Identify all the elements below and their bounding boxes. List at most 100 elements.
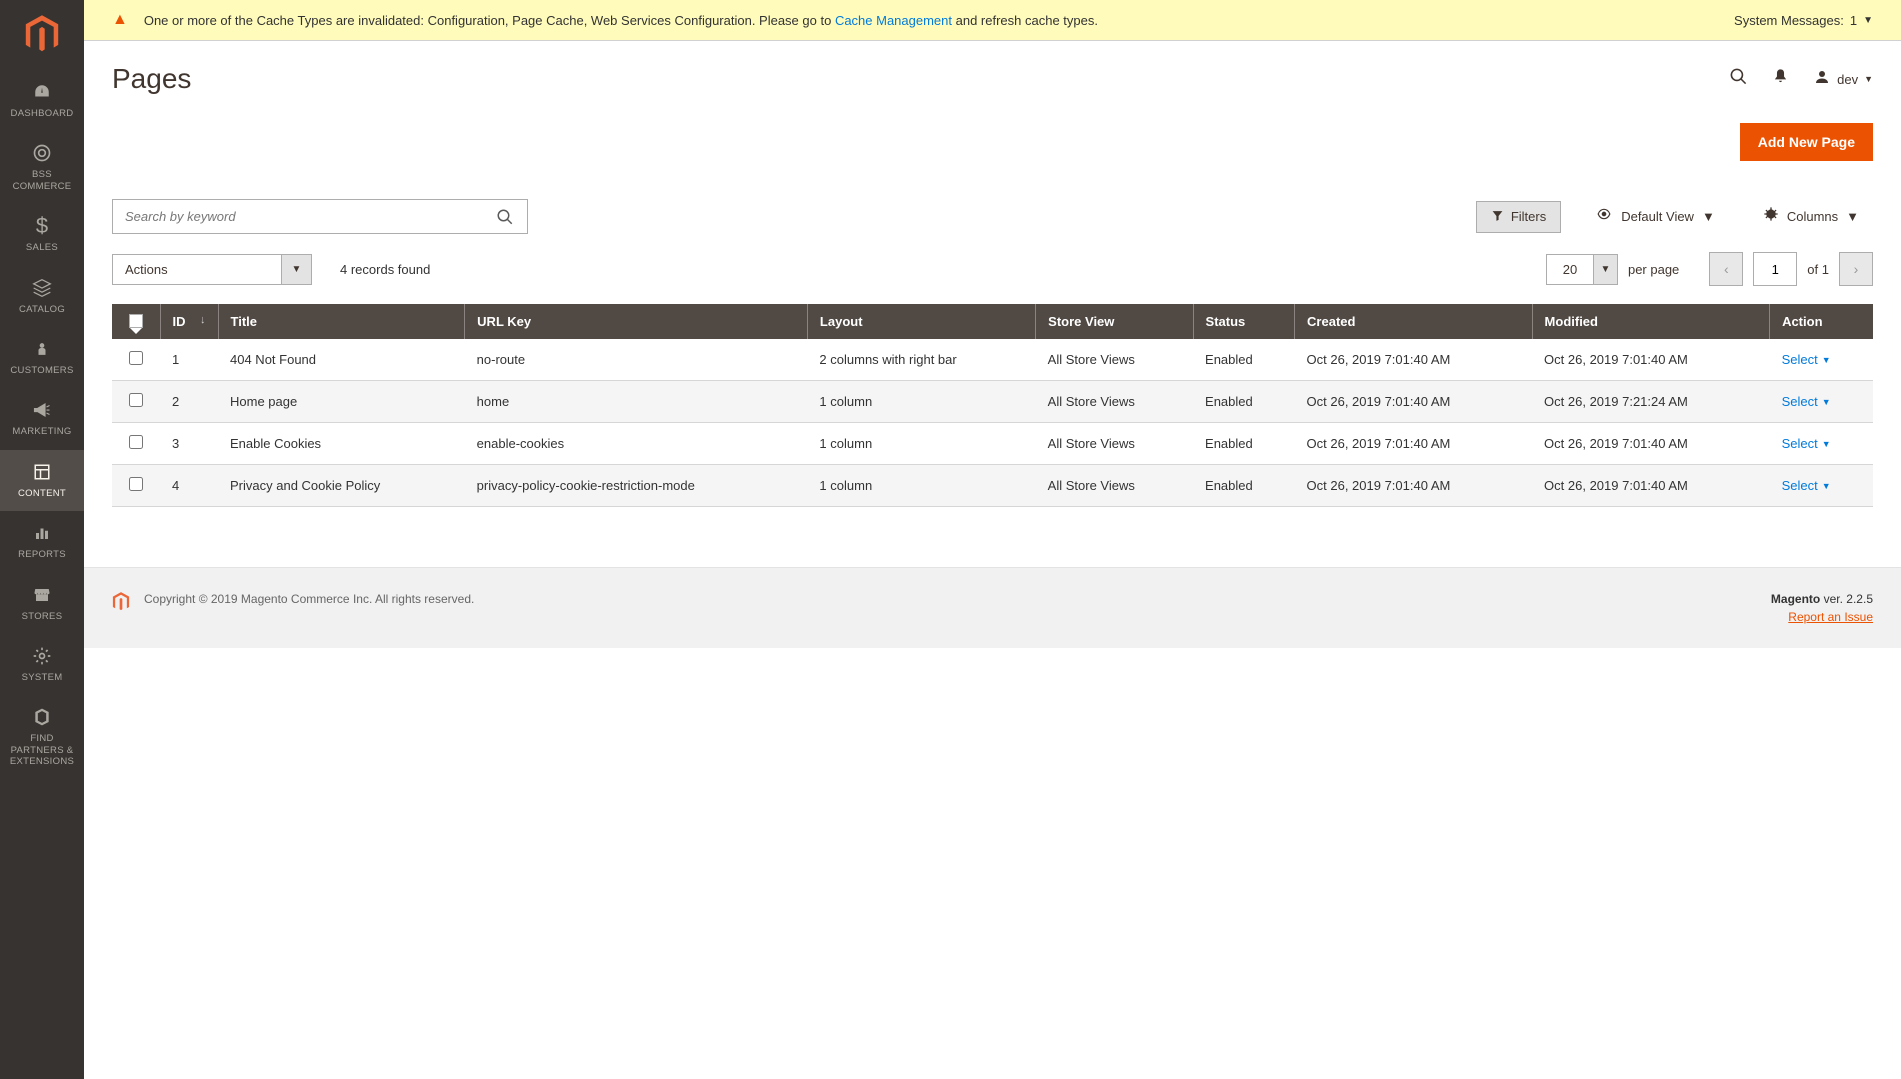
th-store-view[interactable]: Store View — [1036, 304, 1193, 339]
cell-url-key: enable-cookies — [465, 423, 808, 465]
cell-created: Oct 26, 2019 7:01:40 AM — [1295, 423, 1533, 465]
magento-logo[interactable] — [0, 0, 84, 70]
prev-page-button[interactable]: ‹ — [1709, 252, 1743, 286]
msg-after: and refresh cache types. — [952, 13, 1098, 28]
cell-title: 404 Not Found — [218, 339, 465, 381]
nav-item-catalog[interactable]: CATALOG — [0, 266, 84, 327]
system-message-bar: ▲ One or more of the Cache Types are inv… — [84, 0, 1901, 41]
magento-logo-icon — [24, 15, 60, 55]
username-label: dev — [1837, 72, 1858, 87]
actions-dropdown[interactable]: Actions ▼ — [112, 254, 312, 285]
th-modified[interactable]: Modified — [1532, 304, 1770, 339]
page-header: Pages dev ▼ — [84, 41, 1901, 95]
nav-label: MARKETING — [12, 426, 71, 437]
eye-icon — [1595, 207, 1613, 226]
nav-item-partners[interactable]: FIND PARTNERS & EXTENSIONS — [0, 695, 84, 779]
dashboard-icon — [31, 80, 53, 104]
cell-status: Enabled — [1193, 381, 1295, 423]
search-input[interactable] — [113, 200, 483, 233]
action-bar: Add New Page — [84, 95, 1901, 161]
page-input[interactable] — [1753, 252, 1797, 286]
sidebar: DASHBOARD BSS COMMERCE $SALESCATALOGCUSTOM… — [0, 0, 84, 1079]
th-created[interactable]: Created — [1295, 304, 1533, 339]
sort-down-icon: ↓ — [200, 314, 206, 326]
chevron-down-icon: ▼ — [282, 254, 312, 285]
chevron-down-icon: ▼ — [1822, 397, 1831, 407]
th-url-key[interactable]: URL Key — [465, 304, 808, 339]
th-id[interactable]: ID↓ — [160, 304, 218, 339]
marketing-icon — [31, 398, 53, 422]
cache-management-link[interactable]: Cache Management — [835, 13, 952, 28]
nav-label: REPORTS — [18, 549, 66, 560]
warning-icon: ▲ — [112, 11, 128, 29]
cell-layout: 1 column — [807, 465, 1035, 507]
th-checkbox[interactable] — [112, 304, 160, 339]
th-status[interactable]: Status — [1193, 304, 1295, 339]
select-action[interactable]: Select ▼ — [1782, 478, 1831, 493]
actions-dropdown-label: Actions — [112, 254, 282, 285]
select-action[interactable]: Select ▼ — [1782, 394, 1831, 409]
nav-label: SYSTEM — [22, 672, 63, 683]
default-view-label: Default View — [1621, 209, 1694, 224]
reports-icon — [32, 521, 52, 545]
chevron-down-icon: ▼ — [1846, 209, 1859, 224]
nav-item-sales[interactable]: $SALES — [0, 204, 84, 265]
cell-title: Home page — [218, 381, 465, 423]
cell-status: Enabled — [1193, 423, 1295, 465]
footer: Copyright © 2019 Magento Commerce Inc. A… — [84, 567, 1901, 648]
next-page-button[interactable]: › — [1839, 252, 1873, 286]
filters-button[interactable]: Filters — [1476, 201, 1561, 233]
nav-item-content[interactable]: CONTENT — [0, 450, 84, 511]
main-content: ▲ One or more of the Cache Types are inv… — [84, 0, 1901, 1079]
cell-store-view: All Store Views — [1036, 339, 1193, 381]
row-checkbox-cell — [112, 381, 160, 423]
nav-item-reports[interactable]: REPORTS — [0, 511, 84, 572]
th-layout[interactable]: Layout — [807, 304, 1035, 339]
chevron-down-icon — [130, 328, 142, 334]
notifications-icon[interactable] — [1772, 67, 1789, 92]
default-view-dropdown[interactable]: Default View ▼ — [1581, 207, 1729, 226]
search-submit-icon[interactable] — [483, 200, 527, 233]
pagination: 20 ▼ per page ‹ of 1 › — [1546, 252, 1873, 286]
nav-item-stores[interactable]: STORES — [0, 573, 84, 634]
magento-logo-small — [112, 592, 130, 615]
content-icon — [32, 460, 52, 484]
user-menu[interactable]: dev ▼ — [1813, 68, 1873, 91]
th-title[interactable]: Title — [218, 304, 465, 339]
nav-label: CONTENT — [18, 488, 66, 499]
user-icon — [1813, 68, 1831, 91]
cell-created: Oct 26, 2019 7:01:40 AM — [1295, 381, 1533, 423]
select-action[interactable]: Select ▼ — [1782, 436, 1831, 451]
nav-label: BSS COMMERCE — [4, 169, 80, 192]
cell-modified: Oct 26, 2019 7:01:40 AM — [1532, 423, 1770, 465]
counter-value: 1 — [1850, 13, 1857, 28]
cell-created: Oct 26, 2019 7:01:40 AM — [1295, 465, 1533, 507]
select-action[interactable]: Select ▼ — [1782, 352, 1831, 367]
cell-id: 1 — [160, 339, 218, 381]
search-icon[interactable] — [1729, 67, 1748, 92]
row-checkbox[interactable] — [129, 477, 143, 491]
columns-dropdown[interactable]: Columns ▼ — [1749, 206, 1873, 227]
nav-item-bss[interactable]: BSS COMMERCE — [0, 131, 84, 204]
cell-created: Oct 26, 2019 7:01:40 AM — [1295, 339, 1533, 381]
nav-label: FIND PARTNERS & EXTENSIONS — [4, 733, 80, 767]
report-issue-link[interactable]: Report an Issue — [1771, 610, 1873, 624]
row-checkbox[interactable] — [129, 435, 143, 449]
row-checkbox-cell — [112, 465, 160, 507]
th-action: Action — [1770, 304, 1873, 339]
system-message-text: One or more of the Cache Types are inval… — [144, 13, 1734, 28]
cell-action: Select ▼ — [1770, 465, 1873, 507]
master-checkbox[interactable] — [129, 314, 143, 328]
add-new-page-button[interactable]: Add New Page — [1740, 123, 1873, 161]
row-checkbox[interactable] — [129, 393, 143, 407]
per-page-dropdown[interactable]: 20 ▼ — [1546, 254, 1618, 285]
nav-item-customers[interactable]: CUSTOMERS — [0, 327, 84, 388]
nav-item-dashboard[interactable]: DASHBOARD — [0, 70, 84, 131]
per-page-value: 20 — [1546, 254, 1594, 285]
system-messages-counter[interactable]: System Messages: 1 ▼ — [1734, 13, 1873, 28]
nav-item-marketing[interactable]: MARKETING — [0, 388, 84, 449]
cell-store-view: All Store Views — [1036, 423, 1193, 465]
nav-item-system[interactable]: SYSTEM — [0, 634, 84, 695]
per-page-label: per page — [1628, 262, 1679, 277]
row-checkbox[interactable] — [129, 351, 143, 365]
